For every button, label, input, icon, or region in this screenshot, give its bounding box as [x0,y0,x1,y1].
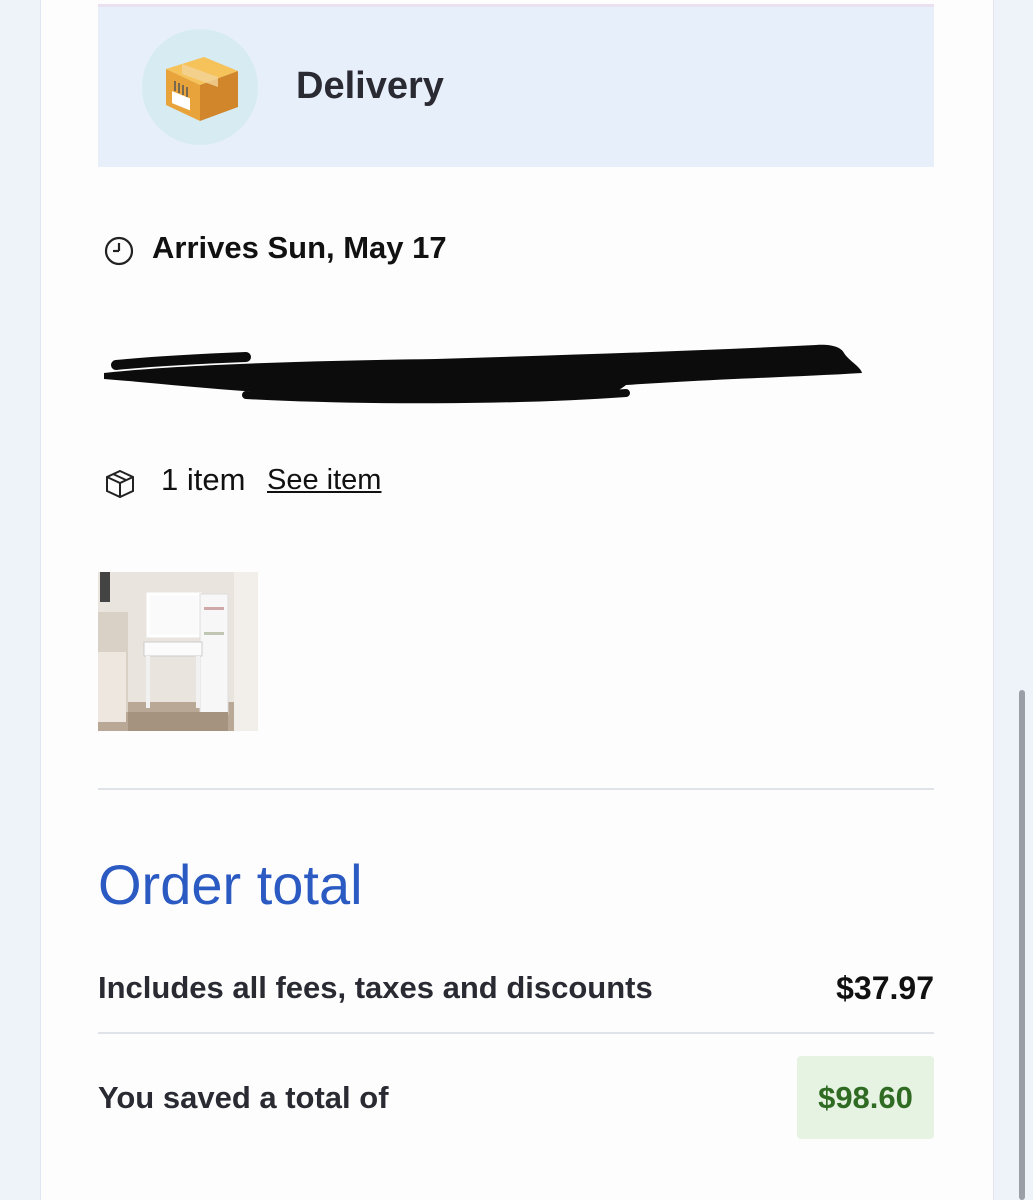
box-icon [104,468,136,505]
address-redaction [104,344,862,404]
see-item-link[interactable]: See item [267,464,381,497]
order-total-value: $37.97 [836,970,934,1006]
package-icon [142,29,258,145]
address-row[interactable] [96,335,876,405]
product-thumbnail[interactable] [98,572,258,731]
saved-amount-badge: $98.60 [797,1056,934,1139]
clock-icon [104,236,134,271]
saved-label: You saved a total of [98,1080,389,1115]
total-divider [98,1032,934,1034]
scrollbar[interactable] [1019,690,1025,1200]
arrival-date: Arrives Sun, May 17 [152,230,447,265]
order-total-title: Order total [98,853,363,916]
delivery-header: Delivery [98,4,934,167]
item-count: 1 item [161,462,246,497]
fees-label: Includes all fees, taxes and discounts [98,970,653,1005]
section-divider [98,788,934,790]
delivery-title: Delivery [296,65,444,107]
